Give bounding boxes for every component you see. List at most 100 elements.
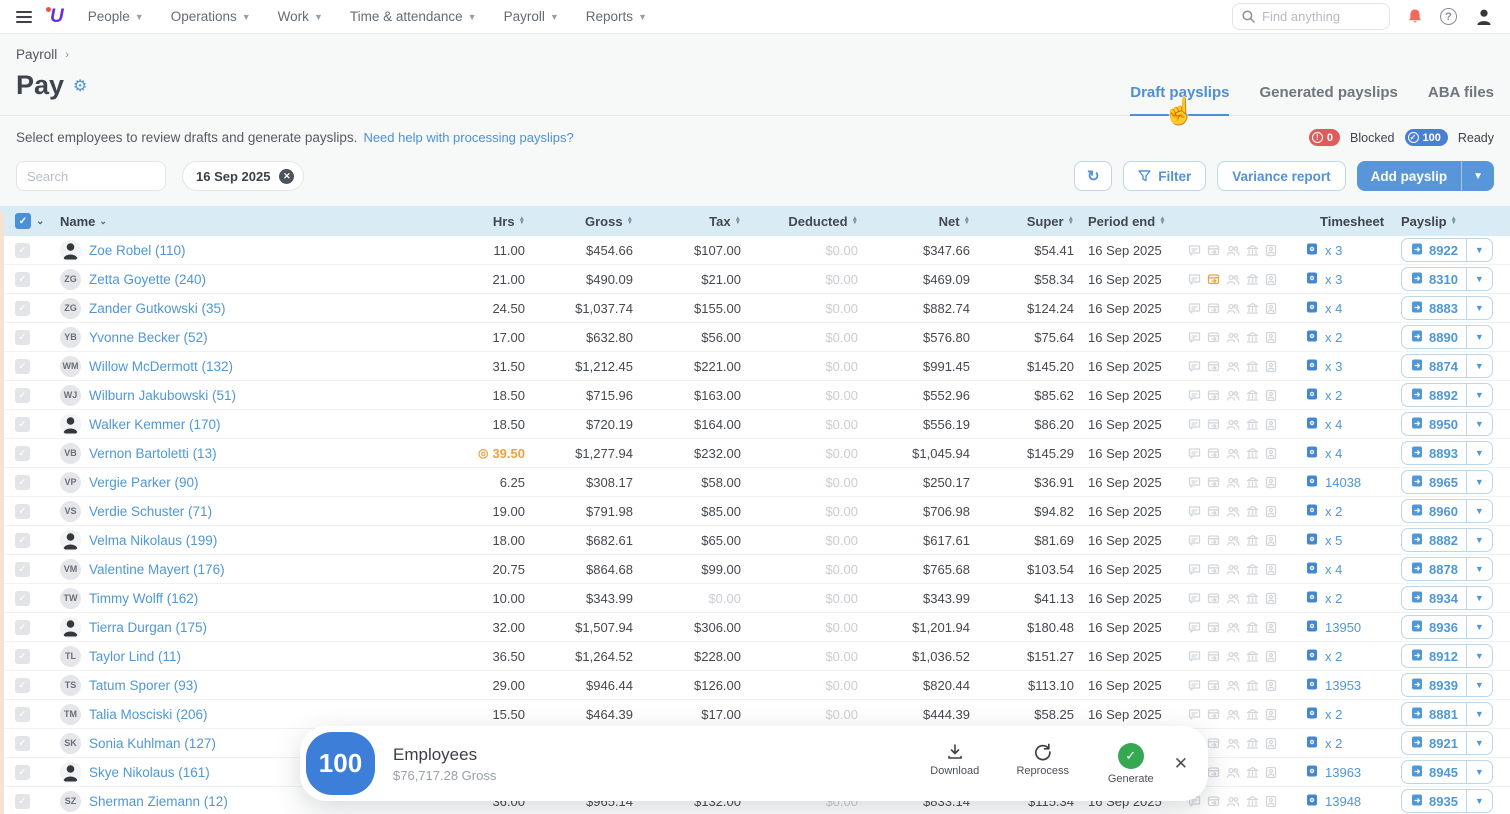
people-icon[interactable]	[1226, 795, 1240, 808]
employee-link[interactable]: Yvonne Becker (52)	[89, 330, 208, 345]
row-checkbox[interactable]: ✓	[15, 765, 30, 780]
bank-icon[interactable]	[1246, 795, 1259, 808]
sort-chevron-icon[interactable]: ⌄	[99, 216, 107, 227]
timesheet-link[interactable]: 13950	[1288, 619, 1383, 636]
comment-icon[interactable]	[1188, 505, 1201, 518]
payslip-dropdown-chevron-icon[interactable]: ▼	[1466, 529, 1492, 551]
people-icon[interactable]	[1226, 737, 1240, 750]
timesheet-link[interactable]: x 2	[1288, 706, 1383, 723]
employee-link[interactable]: Zander Gutkowski (35)	[89, 301, 226, 316]
bank-icon[interactable]	[1246, 766, 1259, 779]
id-card-icon[interactable]	[1265, 534, 1277, 547]
leave-request-icon[interactable]	[1207, 563, 1220, 576]
comment-icon[interactable]	[1188, 244, 1201, 257]
bank-icon[interactable]	[1246, 563, 1259, 576]
comment-icon[interactable]	[1188, 447, 1201, 460]
clear-date-icon[interactable]: ✕	[279, 169, 294, 184]
timesheet-link[interactable]: x 2	[1288, 503, 1383, 520]
timesheet-link[interactable]: x 4	[1288, 416, 1383, 433]
employee-link[interactable]: Tatum Sporer (93)	[89, 678, 198, 693]
payslip-dropdown-chevron-icon[interactable]: ▼	[1466, 384, 1492, 406]
people-icon[interactable]	[1226, 389, 1240, 402]
timesheet-link[interactable]: 14038	[1288, 474, 1383, 491]
payslip-dropdown-chevron-icon[interactable]: ▼	[1466, 558, 1492, 580]
bank-icon[interactable]	[1246, 476, 1259, 489]
comment-icon[interactable]	[1188, 331, 1201, 344]
sort-icon[interactable]: ▲▼	[1159, 217, 1165, 226]
column-header-period-end[interactable]: Period end▲▼	[1088, 214, 1188, 229]
people-icon[interactable]	[1226, 650, 1240, 663]
payslip-dropdown-chevron-icon[interactable]: ▼	[1466, 587, 1492, 609]
payslip-dropdown-chevron-icon[interactable]: ▼	[1466, 790, 1492, 812]
leave-request-icon[interactable]	[1207, 621, 1220, 634]
row-checkbox[interactable]: ✓	[15, 388, 30, 403]
timesheet-link[interactable]: 13948	[1288, 793, 1383, 810]
employee-link[interactable]: Velma Nikolaus (199)	[89, 533, 217, 548]
id-card-icon[interactable]	[1265, 795, 1277, 808]
id-card-icon[interactable]	[1265, 708, 1277, 721]
timesheet-link[interactable]: x 3	[1288, 271, 1383, 288]
leave-request-icon[interactable]	[1207, 302, 1220, 315]
row-checkbox[interactable]: ✓	[15, 678, 30, 693]
people-icon[interactable]	[1226, 244, 1240, 257]
id-card-icon[interactable]	[1265, 679, 1277, 692]
nav-item-time-attendance[interactable]: Time & attendance▼	[350, 9, 477, 24]
people-icon[interactable]	[1226, 563, 1240, 576]
breadcrumb-payroll[interactable]: Payroll	[16, 47, 57, 62]
payslip-button[interactable]: 8892▼	[1401, 383, 1493, 407]
timesheet-link[interactable]: x 4	[1288, 561, 1383, 578]
comment-icon[interactable]	[1188, 563, 1201, 576]
column-header-deducted[interactable]: Deducted▲▼	[741, 214, 858, 229]
leave-request-icon[interactable]	[1207, 592, 1220, 605]
bank-icon[interactable]	[1246, 737, 1259, 750]
nav-item-operations[interactable]: Operations▼	[171, 9, 251, 24]
row-checkbox[interactable]: ✓	[15, 359, 30, 374]
comment-icon[interactable]	[1188, 679, 1201, 692]
comment-icon[interactable]	[1188, 592, 1201, 605]
employee-link[interactable]: Vergie Parker (90)	[89, 475, 199, 490]
id-card-icon[interactable]	[1265, 302, 1277, 315]
id-card-icon[interactable]	[1265, 766, 1277, 779]
select-menu-chevron-icon[interactable]: ⌄	[36, 216, 44, 227]
payslip-button[interactable]: 8922▼	[1401, 238, 1493, 262]
payslip-button[interactable]: 8310▼	[1401, 267, 1493, 291]
people-icon[interactable]	[1226, 447, 1240, 460]
payslip-button[interactable]: 8921▼	[1401, 731, 1493, 755]
id-card-icon[interactable]	[1265, 563, 1277, 576]
download-button[interactable]: Download	[926, 743, 984, 777]
timesheet-link[interactable]: x 2	[1288, 735, 1383, 752]
payslip-button[interactable]: 8950▼	[1401, 412, 1493, 436]
comment-icon[interactable]	[1188, 389, 1201, 402]
people-icon[interactable]	[1226, 476, 1240, 489]
leave-request-icon[interactable]	[1207, 534, 1220, 547]
filter-button[interactable]: Filter	[1123, 161, 1206, 191]
comment-icon[interactable]	[1188, 708, 1201, 721]
breadcrumb[interactable]: Payroll ›	[16, 47, 1494, 62]
column-header-tax[interactable]: Tax▲▼	[633, 214, 741, 229]
bank-icon[interactable]	[1246, 708, 1259, 721]
bank-icon[interactable]	[1246, 244, 1259, 257]
id-card-icon[interactable]	[1265, 505, 1277, 518]
payslip-dropdown-chevron-icon[interactable]: ▼	[1466, 326, 1492, 348]
leave-request-icon[interactable]	[1207, 476, 1220, 489]
timesheet-link[interactable]: x 3	[1288, 358, 1383, 375]
timesheet-link[interactable]: x 4	[1288, 445, 1383, 462]
help-icon[interactable]: ?	[1440, 8, 1457, 25]
bank-icon[interactable]	[1246, 679, 1259, 692]
reprocess-button[interactable]: Reprocess	[1014, 743, 1072, 777]
timesheet-link[interactable]: x 2	[1288, 387, 1383, 404]
notifications-bell-icon[interactable]	[1407, 8, 1423, 25]
timesheet-link[interactable]: x 5	[1288, 532, 1383, 549]
people-icon[interactable]	[1226, 418, 1240, 431]
leave-request-icon[interactable]	[1207, 679, 1220, 692]
column-header-payslip[interactable]: Payslip▲▼	[1401, 214, 1496, 229]
user-avatar[interactable]	[1474, 7, 1494, 27]
sort-icon[interactable]: ▲▼	[1068, 217, 1074, 226]
employee-link[interactable]: Zoe Robel (110)	[89, 243, 186, 258]
people-icon[interactable]	[1226, 505, 1240, 518]
payslip-button[interactable]: 8936▼	[1401, 615, 1493, 639]
row-checkbox[interactable]: ✓	[15, 736, 30, 751]
hamburger-menu-icon[interactable]	[16, 11, 32, 23]
leave-request-icon[interactable]	[1207, 650, 1220, 663]
payslip-dropdown-chevron-icon[interactable]: ▼	[1466, 761, 1492, 783]
